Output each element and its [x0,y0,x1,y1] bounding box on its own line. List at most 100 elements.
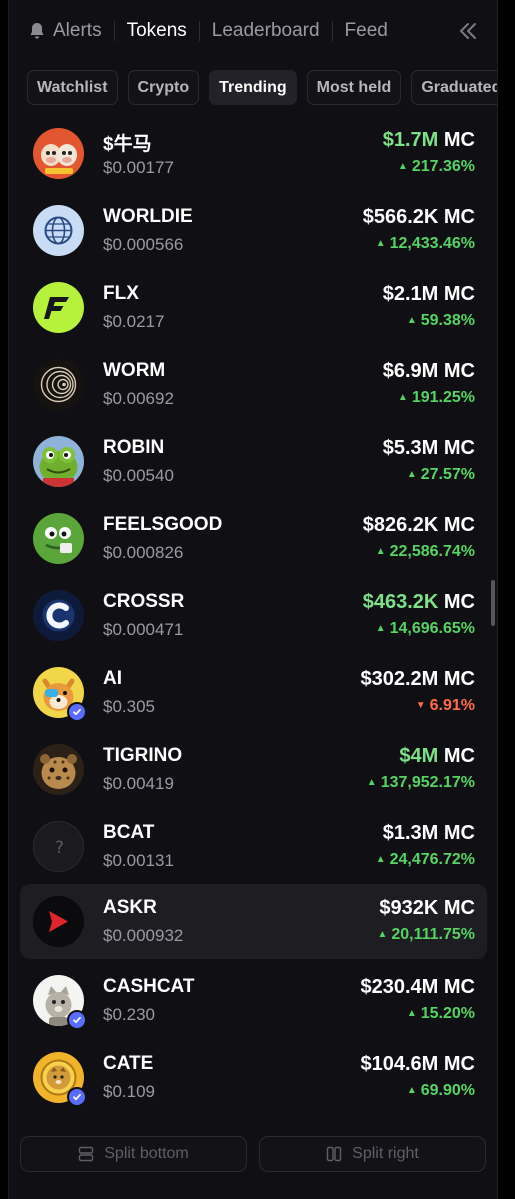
tab-feed[interactable]: Feed [333,17,400,45]
tab-tokens-label: Tokens [126,20,187,41]
token-price: $0.230 [103,1005,155,1024]
crossr-logo-icon [33,590,84,641]
tab-tokens[interactable]: Tokens [115,17,199,45]
token-market-cap: $230.4M MC [360,976,475,999]
token-row[interactable]: WORM $0.00692 $6.9M MC ▲ 191.25% [20,347,487,422]
change-value: 137,952.17% [380,774,475,791]
token-row[interactable]: TIGRINO $0.00419 $4M MC ▲ 137,952.17% [20,732,487,807]
change-value: 22,586.74% [389,543,475,560]
token-row[interactable]: ROBIN $0.00540 $5.3M MC ▲ 27.57% [20,424,487,499]
tab-leaderboard-label: Leaderboard [211,20,320,41]
change-value: 20,111.75% [391,926,475,943]
token-market-cap: $302.2M MC [360,668,475,691]
token-change: ▲ 22,586.74% [376,543,475,561]
token-change: ▲ 137,952.17% [367,774,475,792]
verified-badge-icon [67,702,87,722]
token-row[interactable]: WORLDIE $0.000566 $566.2K MC ▲ 12,433.46% [20,193,487,268]
split-right-button[interactable]: Split right [259,1136,486,1172]
token-avatar [33,590,84,641]
tab-alerts[interactable]: Alerts [29,17,114,45]
token-row[interactable]: ASKR $0.000932 $932K MC ▲ 20,111.75% [20,884,487,959]
token-price: $0.109 [103,1082,155,1101]
token-row[interactable]: FEELSGOOD $0.000826 $826.2K MC ▲ 22,586.7… [20,501,487,576]
token-name: AI [103,668,122,689]
split-bottom-button[interactable]: Split bottom [20,1136,247,1172]
token-market-cap: $5.3M MC [383,437,475,460]
market-cap-unit: MC [443,822,475,844]
token-price: $0.00177 [103,158,174,177]
frog-logo-icon [33,436,84,487]
spiral-logo-icon [33,359,84,410]
market-cap-value: $2.1M [382,283,439,305]
token-market-cap: $463.2K MC [363,591,475,614]
list-scrollbar[interactable] [491,580,495,626]
token-market-cap: $4M MC [399,745,475,768]
collapse-icon[interactable] [457,20,479,42]
market-cap-unit: MC [443,668,475,690]
token-name: BCAT [103,822,155,843]
token-row[interactable]: CROSSR $0.000471 $463.2K MC ▲ 14,696.65% [20,578,487,653]
tab-leaderboard[interactable]: Leaderboard [200,17,332,45]
token-change: ▲ 59.38% [407,312,475,330]
filter-most-held[interactable]: Most held [306,70,402,105]
split-controls: Split bottom Split right [9,1126,497,1199]
market-cap-value: $104.6M [360,1053,439,1075]
token-change: ▲ 217.36% [398,158,475,176]
up-triangle-icon: ▲ [397,392,408,403]
market-cap-value: $1.7M [382,129,439,151]
token-row[interactable]: CASHCAT $0.230 $230.4M MC ▲ 15.20% [20,963,487,1038]
market-cap-value: $4M [399,745,439,767]
market-cap-value: $566.2K [362,206,439,228]
market-cap-unit: MC [443,437,475,459]
token-avatar [33,436,84,487]
filter-crypto[interactable]: Crypto [127,70,200,105]
token-change: ▲ 20,111.75% [377,926,475,944]
token-change: ▲ 14,696.65% [376,620,475,638]
token-row[interactable]: $牛马 $0.00177 $1.7M MC ▲ 217.36% [20,116,487,191]
token-price: $0.00540 [103,466,174,485]
market-cap-unit: MC [443,897,475,919]
market-cap-value: $463.2K [362,591,439,613]
token-name: ASKR [103,897,157,918]
token-name: CASHCAT [103,976,195,997]
filter-watchlist[interactable]: Watchlist [27,70,118,105]
token-avatar [33,205,84,256]
market-cap-value: $302.2M [360,668,439,690]
tab-alerts-label: Alerts [53,20,102,41]
market-cap-unit: MC [443,129,475,151]
token-price: $0.000471 [103,620,184,639]
globe-logo-icon [33,205,84,256]
up-triangle-icon: ▲ [366,777,377,788]
change-value: 15.20% [420,1005,475,1022]
askr-logo-icon [33,896,84,947]
top-tab-bar: Alerts Tokens Leaderboard Feed [9,0,497,62]
verified-badge-icon [67,1087,87,1107]
token-market-cap: $6.9M MC [383,360,475,383]
token-name: FEELSGOOD [103,514,223,535]
filter-chip-bar: Watchlist Crypto Trending Most held Grad… [27,70,497,106]
token-price: $0.000932 [103,926,184,945]
token-name: ROBIN [103,437,165,458]
token-price: $0.000826 [103,543,184,562]
up-triangle-icon: ▲ [375,854,386,865]
tab-feed-label: Feed [344,20,388,41]
token-name: TIGRINO [103,745,183,766]
filter-trending[interactable]: Trending [209,70,297,105]
split-right-label: Split right [352,1145,419,1162]
token-row[interactable]: CATE $0.109 $104.6M MC ▲ 69.90% [20,1040,487,1115]
cow-logo-icon [33,128,84,179]
token-market-cap: $826.2K MC [363,514,475,537]
market-cap-unit: MC [443,591,475,613]
token-avatar [33,128,84,179]
market-cap-unit: MC [443,360,475,382]
filter-graduated[interactable]: Graduated [411,70,497,105]
token-row[interactable]: AI $0.305 $302.2M MC ▼ 6.91% [20,655,487,730]
token-row[interactable]: FLX $0.0217 $2.1M MC ▲ 59.38% [20,270,487,345]
market-cap-value: $5.3M [382,437,439,459]
market-cap-unit: MC [443,514,475,536]
change-value: 217.36% [411,158,475,175]
token-change: ▲ 15.20% [407,1005,475,1023]
token-market-cap: $2.1M MC [383,283,475,306]
token-row[interactable]: ? BCAT $0.00131 $1.3M MC ▲ 24,476.72% [20,809,487,884]
market-cap-value: $826.2K [362,514,439,536]
